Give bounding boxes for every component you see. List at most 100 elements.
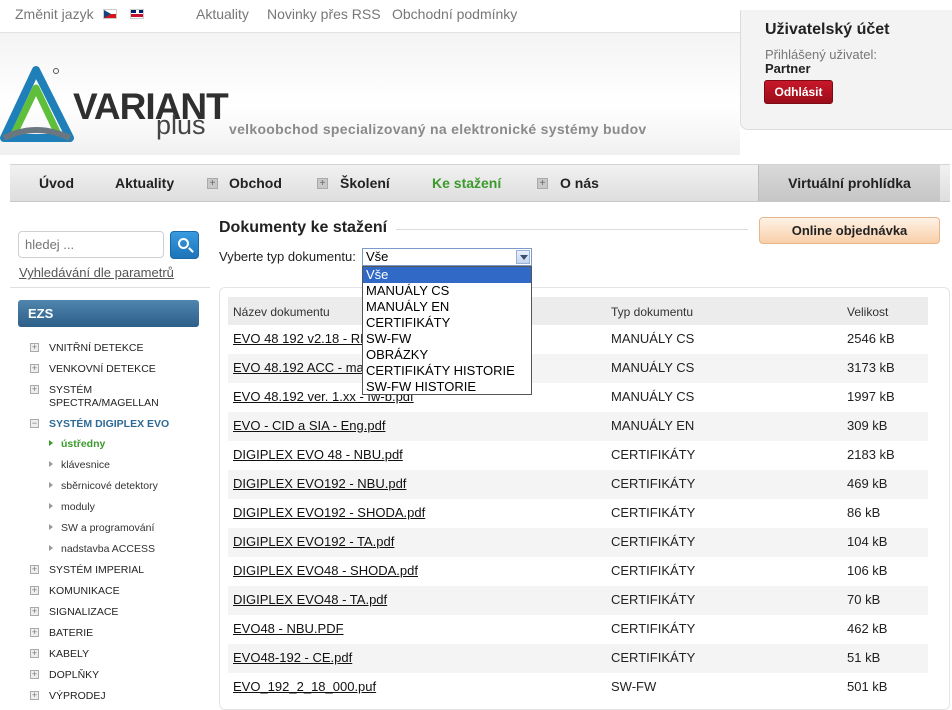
czech-flag-icon[interactable] [103, 9, 117, 19]
sidebar-subitem-klavesnice[interactable]: klávesnice [49, 459, 110, 471]
document-link[interactable]: DIGIPLEX EVO48 - SHODA.pdf [233, 563, 418, 578]
dropdown-option-vse[interactable]: Vše [363, 267, 531, 283]
expand-icon: + [30, 363, 39, 373]
document-size: 2183 kB [847, 447, 895, 462]
document-type: CERTIFIKÁTY [611, 534, 696, 549]
title-divider [396, 229, 748, 230]
sidebar-subitem-ustredny[interactable]: ústředny [49, 438, 105, 450]
user-account-panel: Uživatelský účet Přihlášený uživatel: Pa… [740, 10, 952, 130]
table-row: DIGIPLEX EVO48 - SHODA.pdf CERTIFIKÁTY 106… [228, 557, 928, 586]
table-header-row: Název dokumentu Typ dokumentu Velikost [228, 297, 928, 325]
table-row: DIGIPLEX EVO192 - NBU.pdf CERTIFIKÁTY 469 … [228, 470, 928, 499]
document-type-dropdown[interactable]: Vše MANUÁLY CS MANUÁLY EN CERTIFIKÁTY SW… [362, 266, 532, 395]
document-type: MANUÁLY CS [611, 360, 695, 375]
search-button[interactable] [170, 231, 199, 259]
table-row: EVO48 - NBU.PDF CERTIFIKÁTY 462 kB [228, 615, 928, 644]
document-size: 104 kB [847, 534, 888, 549]
table-row: DIGIPLEX EVO48 - TA.pdf CERTIFIKÁTY 70 kB [228, 586, 928, 615]
document-link[interactable]: EVO_192_2_18_000.puf [233, 679, 376, 694]
dropdown-option-sw-fw-historie[interactable]: SW-FW HISTORIE [363, 379, 531, 395]
document-link[interactable]: EVO 48.192 ACC - ma [233, 360, 364, 375]
collapse-icon: − [30, 418, 39, 428]
document-size: 3173 kB [847, 360, 895, 375]
sidebar-subitem-sbernicove[interactable]: sběrnicové detektory [49, 480, 158, 492]
document-size: 106 kB [847, 563, 888, 578]
logo-plus: plus [156, 110, 206, 140]
table-row: EVO 48.192 ACC - ma MANUÁLY CS 3173 kB [228, 354, 928, 383]
document-type-select[interactable]: Vše [362, 248, 532, 266]
document-size: 2546 kB [847, 331, 895, 346]
nav-uvod[interactable]: Úvod [39, 175, 74, 191]
top-link-news[interactable]: Aktuality [196, 6, 249, 22]
document-link[interactable]: EVO - CID a SIA - Eng.pdf [233, 418, 385, 433]
search-icon [178, 238, 189, 249]
dropdown-option-manualy-en[interactable]: MANUÁLY EN [363, 299, 531, 315]
english-flag-icon[interactable] [130, 9, 144, 19]
nav-skoleni[interactable]: Školení [340, 175, 390, 191]
expand-icon: + [30, 627, 39, 637]
nav-aktuality[interactable]: Aktuality [115, 175, 174, 191]
column-header-name[interactable]: Název dokumentu [233, 305, 330, 319]
search-input[interactable] [18, 231, 164, 258]
table-row: EVO - CID a SIA - Eng.pdf MANUÁLY EN 309 k… [228, 412, 928, 441]
dropdown-option-obrazky[interactable]: OBRÁZKY [363, 347, 531, 363]
column-header-size[interactable]: Velikost [847, 305, 888, 319]
dropdown-option-certifikaty[interactable]: CERTIFIKÁTY [363, 315, 531, 331]
dropdown-option-manualy-cs[interactable]: MANUÁLY CS [363, 283, 531, 299]
document-type: CERTIFIKÁTY [611, 650, 696, 665]
document-size: 86 kB [847, 505, 881, 520]
table-row: DIGIPLEX EVO 48 - NBU.pdf CERTIFIKÁTY 2183… [228, 441, 928, 470]
sidebar-section-ezs[interactable]: EZS [18, 300, 199, 327]
sidebar-subitem-access[interactable]: nadstavba ACCESS [49, 543, 155, 555]
dropdown-option-certifikaty-historie[interactable]: CERTIFIKÁTY HISTORIE [363, 363, 531, 379]
top-link-terms[interactable]: Obchodní podmínky [392, 6, 517, 22]
document-link[interactable]: DIGIPLEX EVO192 - TA.pdf [233, 534, 394, 549]
column-header-type[interactable]: Typ dokumentu [611, 305, 693, 319]
expand-icon: + [30, 690, 39, 700]
table-row: EVO 48 192 v2.18 - RP MANUÁLY CS 2546 kB [228, 325, 928, 354]
table-row: EVO_192_2_18_000.puf SW-FW 501 kB [228, 673, 928, 702]
chevron-down-icon[interactable] [516, 250, 530, 264]
arrow-right-icon [49, 482, 53, 488]
document-type: CERTIFIKÁTY [611, 563, 696, 578]
expand-icon: + [30, 564, 39, 574]
nav-obchod[interactable]: Obchod [229, 175, 282, 191]
document-link[interactable]: EVO48-192 - CE.pdf [233, 650, 352, 665]
page-title: Dokumenty ke stažení [219, 219, 388, 236]
nav-o-nas[interactable]: O nás [560, 175, 599, 191]
arrow-right-icon [49, 524, 53, 530]
document-link[interactable]: DIGIPLEX EVO192 - NBU.pdf [233, 476, 406, 491]
top-link-rss[interactable]: Novinky přes RSS [267, 6, 381, 22]
document-size: 51 kB [847, 650, 881, 665]
nav-o-nas-expand-icon[interactable]: + [537, 178, 548, 189]
arrow-right-icon [49, 545, 53, 551]
nav-skoleni-expand-icon[interactable]: + [317, 178, 328, 189]
virtual-tour-button[interactable]: Virtuální prohlídka [758, 165, 940, 201]
online-order-button[interactable]: Online objednávka [759, 217, 940, 244]
document-size: 1997 kB [847, 389, 895, 404]
document-type-selected: Vše [366, 249, 389, 264]
sidebar-subitem-sw[interactable]: SW a programování [49, 522, 154, 534]
document-type: CERTIFIKÁTY [611, 505, 696, 520]
expand-icon: + [30, 606, 39, 616]
nav-ke-stazeni[interactable]: Ke stažení [432, 175, 501, 191]
document-type: CERTIFIKÁTY [611, 621, 696, 636]
document-type: CERTIFIKÁTY [611, 476, 696, 491]
document-link[interactable]: DIGIPLEX EVO 48 - NBU.pdf [233, 447, 403, 462]
document-type: MANUÁLY EN [611, 418, 695, 433]
document-link[interactable]: EVO 48 192 v2.18 - RP [233, 331, 369, 346]
document-size: 469 kB [847, 476, 888, 491]
arrow-right-icon [49, 440, 53, 446]
document-link[interactable]: DIGIPLEX EVO192 - SHODA.pdf [233, 505, 425, 520]
arrow-right-icon [49, 503, 53, 509]
logout-button[interactable]: Odhlásit [764, 80, 833, 104]
sidebar-subitem-moduly[interactable]: moduly [49, 501, 95, 513]
parameter-search-link[interactable]: Vyhledávání dle parametrů [19, 265, 174, 280]
dropdown-option-sw-fw[interactable]: SW-FW [363, 331, 531, 347]
document-link[interactable]: DIGIPLEX EVO48 - TA.pdf [233, 592, 387, 607]
nav-obchod-expand-icon[interactable]: + [207, 178, 218, 189]
document-size: 462 kB [847, 621, 888, 636]
account-title: Uživatelský účet [765, 21, 890, 38]
logged-user-label: Přihlášený uživatel: [765, 47, 877, 62]
document-link[interactable]: EVO48 - NBU.PDF [233, 621, 344, 636]
